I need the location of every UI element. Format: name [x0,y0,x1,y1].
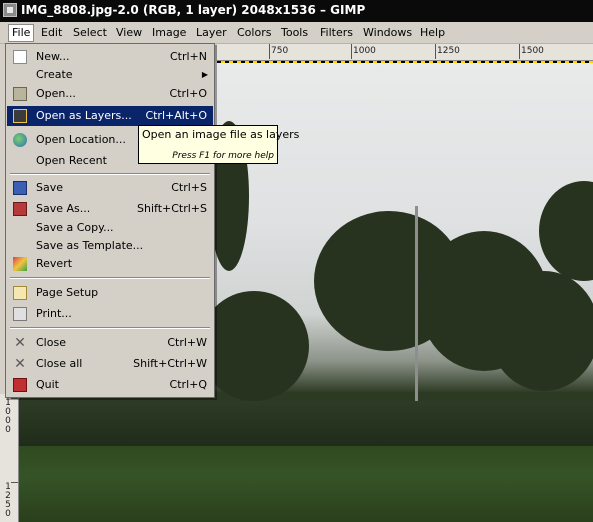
submenu-arrow-icon: ▶ [201,70,208,79]
close-icon: ✕ [14,335,26,351]
ruler-tick-label: 1500 [519,44,544,59]
menu-filters[interactable]: Filters [320,25,353,41]
menu-item-save-as[interactable]: Save As... Shift+Ctrl+S [7,199,213,219]
lawn [19,446,593,522]
globe-icon [13,133,27,147]
menu-item-close-all[interactable]: ✕ Close all Shift+Ctrl+W [7,354,213,374]
menu-item-save[interactable]: Save Ctrl+S [7,178,213,198]
menu-select[interactable]: Select [73,25,107,41]
ruler-tick-label: 750 [268,44,289,59]
revert-icon [13,257,27,271]
menu-tools[interactable]: Tools [281,25,308,41]
close-all-icon: ✕ [14,356,26,372]
menu-layer[interactable]: Layer [196,25,227,41]
title-bar: IMG_8808.jpg-2.0 (RGB, 1 layer) 2048x153… [0,0,593,22]
menu-windows[interactable]: Windows [363,25,412,41]
save-icon [13,181,27,195]
layers-icon [13,109,27,123]
ruler-tick-label: 0 [5,425,11,435]
ruler-tick-label: 1250 [435,44,460,59]
image-window-icon [3,3,17,17]
hedge [19,401,593,446]
selection-marching-ants [217,61,593,63]
menu-view[interactable]: View [116,25,142,41]
ruler-tick-label: 1000 [351,44,376,59]
tooltip-text: Open an image file as layers [142,128,300,141]
flag-pole [415,206,418,406]
menu-separator [10,173,210,175]
menu-item-open[interactable]: Open... Ctrl+O [7,84,213,104]
file-menu: New... Ctrl+N Create ▶ Open... Ctrl+O Op… [5,43,215,398]
menu-separator [10,327,210,329]
ruler-tick [11,398,18,399]
print-icon [13,307,27,321]
menu-item-save-a-copy[interactable]: Save a Copy... [7,218,213,238]
quit-icon [13,378,27,392]
tree [489,271,593,391]
menu-item-close[interactable]: ✕ Close Ctrl+W [7,333,213,353]
ruler-tick-label: 0 [5,509,11,519]
menu-edit[interactable]: Edit [41,25,62,41]
menu-colors[interactable]: Colors [237,25,271,41]
tree [539,181,593,281]
menu-item-quit[interactable]: Quit Ctrl+Q [7,375,213,395]
menu-separator [10,277,210,279]
open-icon [13,87,27,101]
window-title: IMG_8808.jpg-2.0 (RGB, 1 layer) 2048x153… [21,3,366,17]
menu-image[interactable]: Image [152,25,186,41]
menu-item-revert[interactable]: Revert [7,254,213,274]
menu-file[interactable]: File [8,24,35,42]
ruler-tick [11,482,18,483]
menu-item-print[interactable]: Print... [7,304,213,324]
menu-item-open-as-layers[interactable]: Open as Layers... Ctrl+Alt+O [7,106,213,126]
horizontal-ruler[interactable]: 750 1000 1250 1500 [217,44,593,61]
menu-bar: File Edit Select View Image Layer Colors… [0,22,593,44]
menu-item-page-setup[interactable]: Page Setup [7,283,213,303]
vertical-ruler[interactable]: 1 0 0 0 1 2 5 0 [0,394,19,522]
save-as-icon [13,202,27,216]
menu-item-create[interactable]: Create ▶ [7,65,213,85]
new-icon [13,50,27,64]
page-setup-icon [13,286,27,300]
menu-help[interactable]: Help [420,25,445,41]
tooltip: Open an image file as layers Press F1 fo… [138,125,299,164]
menu-item-save-as-template[interactable]: Save as Template... [7,236,213,256]
tooltip-hint: Press F1 for more help [172,151,274,161]
menu-item-new[interactable]: New... Ctrl+N [7,47,213,67]
tree [199,291,309,401]
